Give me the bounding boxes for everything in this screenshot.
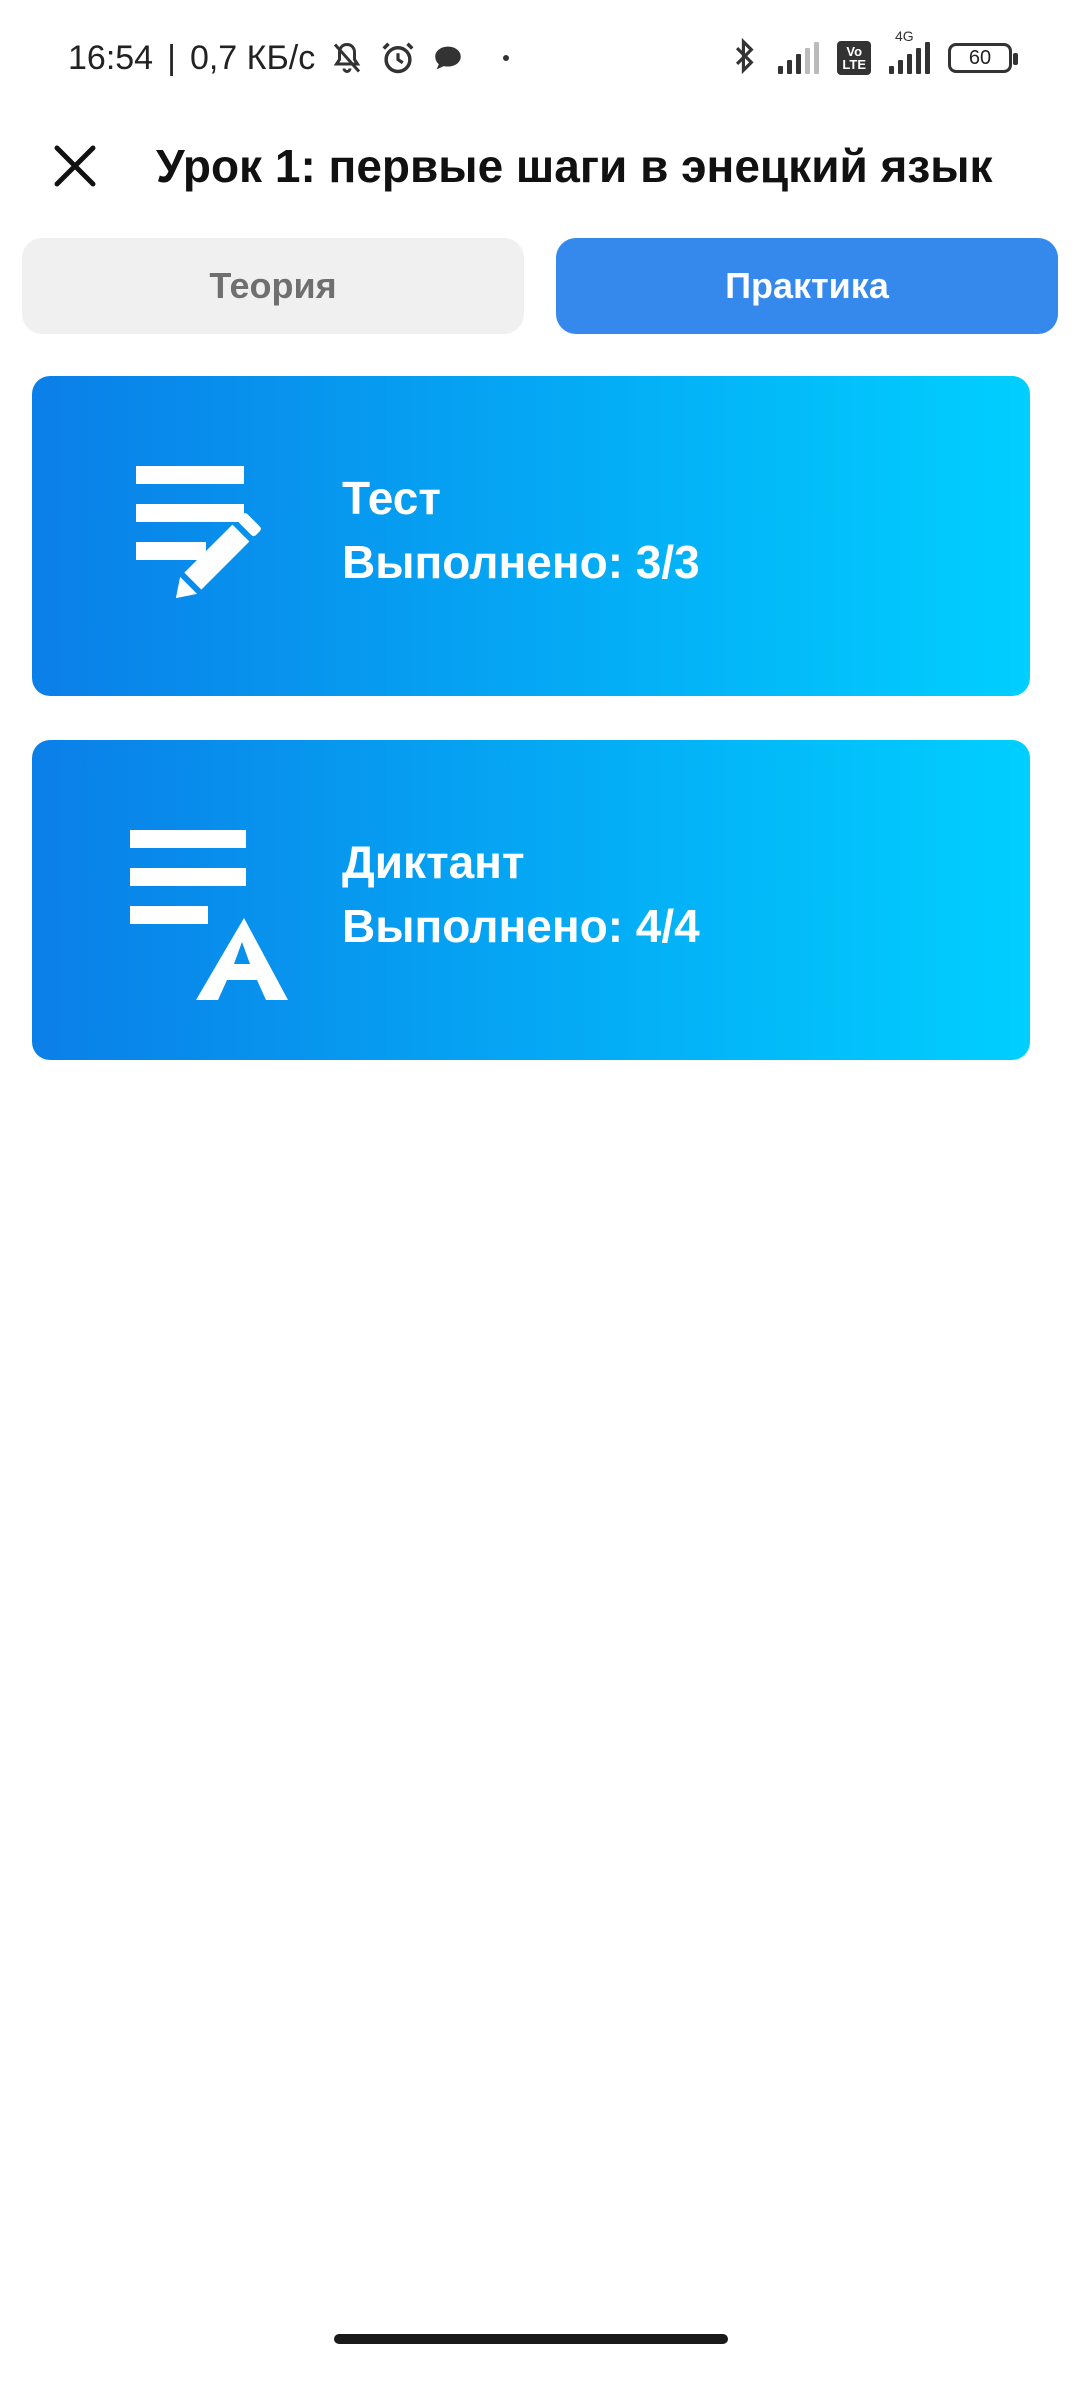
edit-list-icon	[98, 466, 288, 626]
status-right: Vo LTE 4G 60	[730, 28, 1018, 80]
status-dot	[503, 55, 510, 61]
test-card[interactable]: Тест Выполнено: 3/3	[32, 376, 1030, 696]
network-label: 4G	[895, 28, 914, 44]
battery-icon: 60	[948, 43, 1018, 73]
status-time: 16:54	[68, 38, 154, 77]
close-button[interactable]	[30, 121, 120, 211]
close-icon	[54, 145, 96, 187]
status-bar: 16:54 | 0,7 КБ/с Vo LTE 4G 60	[0, 0, 1080, 116]
tab-practice[interactable]: Практика	[556, 238, 1058, 334]
tab-bar: Теория Практика	[22, 238, 1058, 334]
dictation-card-title: Диктант	[342, 836, 525, 888]
text-format-icon	[98, 830, 288, 1000]
page-title: Урок 1: первые шаги в энецкий язык	[156, 140, 993, 192]
dictation-card[interactable]: Диктант Выполнено: 4/4	[32, 740, 1030, 1060]
test-card-status: Выполнено: 3/3	[342, 536, 700, 588]
test-card-text: Тест Выполнено: 3/3	[342, 466, 700, 594]
status-left: 16:54 | 0,7 КБ/с	[68, 38, 510, 78]
battery-level: 60	[968, 46, 992, 69]
bell-off-icon	[329, 40, 365, 76]
signal-icon	[778, 42, 820, 74]
tab-theory[interactable]: Теория	[22, 238, 524, 334]
status-separator: |	[167, 38, 176, 77]
signal-4g-icon: 4G	[889, 28, 930, 74]
dictation-card-status: Выполнено: 4/4	[342, 900, 700, 952]
volte-icon: Vo LTE	[837, 41, 871, 75]
status-speed: 0,7 КБ/с	[189, 38, 316, 77]
home-indicator[interactable]	[334, 2334, 728, 2344]
dictation-card-text: Диктант Выполнено: 4/4	[342, 830, 700, 958]
header: Урок 1: первые шаги в энецкий язык	[0, 116, 1080, 216]
alarm-icon	[379, 39, 417, 77]
test-card-title: Тест	[342, 472, 441, 524]
chat-bubble-icon	[431, 41, 465, 75]
bluetooth-icon	[730, 37, 760, 80]
